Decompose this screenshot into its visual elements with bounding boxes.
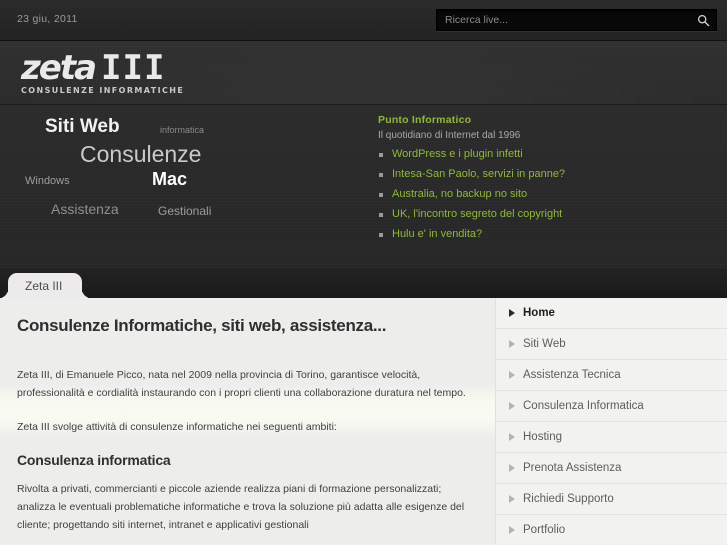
logo-wordmark: zeta III (21, 51, 201, 85)
sidebar-item-assistenza-tecnica[interactable]: Assistenza Tecnica (496, 360, 727, 391)
masthead: zeta III CONSULENZE INFORMATICHE (0, 41, 727, 105)
logo-mark-text: III (101, 48, 166, 88)
ambits-paragraph: Zeta III svolge attività di consulenze i… (17, 421, 337, 433)
sidebar-item-label[interactable]: Siti Web (496, 329, 727, 359)
search-input[interactable] (437, 10, 687, 30)
caret-right-icon (509, 464, 515, 472)
news-feed-item: Intesa-San Paolo, servizi in panne? (378, 168, 723, 181)
sidebar-item-portfolio[interactable]: Portfolio (496, 515, 727, 544)
news-feed-title: Punto Informatico (378, 114, 472, 126)
news-feed-item: Australia, no backup no sito (378, 188, 723, 201)
logo-word-text: zeta (21, 48, 97, 88)
news-feed-subtitle: Il quotidiano di Internet dal 1996 (378, 130, 521, 141)
news-feed-item: Hulu e' in vendita? (378, 228, 723, 241)
sidebar-item-label[interactable]: Portfolio (496, 515, 727, 544)
tag-cloud-item[interactable]: Consulenze (80, 141, 201, 168)
tag-cloud-item[interactable]: Assistenza (51, 201, 119, 217)
bullet-icon (379, 233, 383, 237)
news-feed-link[interactable]: UK, l'incontro segreto del copyright (392, 208, 562, 220)
caret-right-icon (509, 371, 515, 379)
caret-right-icon (509, 309, 515, 317)
main-content: Consulenze Informatiche, siti web, assis… (0, 298, 497, 544)
news-feed-item: UK, l'incontro segreto del copyright (378, 208, 723, 221)
hero-band: Siti Web informatica Consulenze Windows Mac A… (0, 105, 727, 268)
tag-cloud-item[interactable]: Mac (152, 169, 187, 190)
news-feed-widget: Punto Informatico Il quotidiano di Inter… (378, 114, 723, 248)
sidebar-item-label[interactable]: Richiedi Supporto (496, 484, 727, 514)
logo-tagline: CONSULENZE INFORMATICHE (21, 86, 185, 95)
caret-right-icon (509, 433, 515, 441)
top-utility-bar: 23 giu, 2011 (0, 0, 727, 41)
tag-cloud-item[interactable]: informatica (160, 125, 204, 135)
tag-cloud-item[interactable]: Windows (25, 175, 70, 187)
current-date: 23 giu, 2011 (17, 13, 78, 25)
page-title: Consulenze Informatiche, siti web, assis… (17, 316, 387, 335)
section-heading: Consulenza informatica (17, 452, 171, 468)
caret-right-icon (509, 495, 515, 503)
tag-cloud-item[interactable]: Siti Web (45, 116, 120, 138)
bullet-icon (379, 213, 383, 217)
sidebar-navigation: Home Siti Web Assistenza Tecnica Consulenza… (495, 298, 727, 544)
sidebar-item-home[interactable]: Home (496, 298, 727, 329)
sidebar-item-label[interactable]: Consulenza Informatica (496, 391, 727, 421)
tab-zeta-iii[interactable]: Zeta III (8, 273, 83, 298)
page-body: Consulenze Informatiche, siti web, assis… (0, 298, 727, 544)
tag-cloud: Siti Web informatica Consulenze Windows Mac A… (0, 105, 370, 268)
sidebar-item-label[interactable]: Prenota Assistenza (496, 453, 727, 483)
sidebar-item-consulenza-informatica[interactable]: Consulenza Informatica (496, 391, 727, 422)
bullet-icon (379, 173, 383, 177)
news-feed-item: WordPress e i plugin infetti (378, 148, 723, 161)
news-feed-link[interactable]: Hulu e' in vendita? (392, 228, 482, 240)
intro-paragraph: Zeta III, di Emanuele Picco, nata nel 20… (17, 369, 466, 399)
tab-strip: Zeta III (0, 268, 727, 298)
search-icon[interactable] (694, 12, 712, 28)
sidebar-item-label[interactable]: Assistenza Tecnica (496, 360, 727, 390)
caret-right-icon (509, 526, 515, 534)
bullet-icon (379, 193, 383, 197)
sidebar-list: Home Siti Web Assistenza Tecnica Consulenza… (496, 298, 727, 544)
site-logo[interactable]: zeta III CONSULENZE INFORMATICHE (21, 51, 201, 95)
sidebar-item-prenota-assistenza[interactable]: Prenota Assistenza (496, 453, 727, 484)
sidebar-item-siti-web[interactable]: Siti Web (496, 329, 727, 360)
sidebar-item-label[interactable]: Hosting (496, 422, 727, 452)
section-paragraph: Rivolta a privati, commercianti e piccol… (17, 483, 465, 531)
news-feed-list: WordPress e i plugin infetti Intesa-San P… (378, 148, 723, 241)
caret-right-icon (509, 340, 515, 348)
caret-right-icon (509, 402, 515, 410)
tag-cloud-item[interactable]: Gestionali (158, 204, 211, 218)
sidebar-item-hosting[interactable]: Hosting (496, 422, 727, 453)
news-feed-link[interactable]: Australia, no backup no sito (392, 188, 527, 200)
news-feed-link[interactable]: Intesa-San Paolo, servizi in panne? (392, 168, 565, 180)
news-feed-link[interactable]: WordPress e i plugin infetti (392, 148, 523, 160)
bullet-icon (379, 153, 383, 157)
search-box[interactable] (436, 9, 717, 31)
sidebar-item-richiedi-supporto[interactable]: Richiedi Supporto (496, 484, 727, 515)
sidebar-item-label[interactable]: Home (496, 298, 727, 328)
